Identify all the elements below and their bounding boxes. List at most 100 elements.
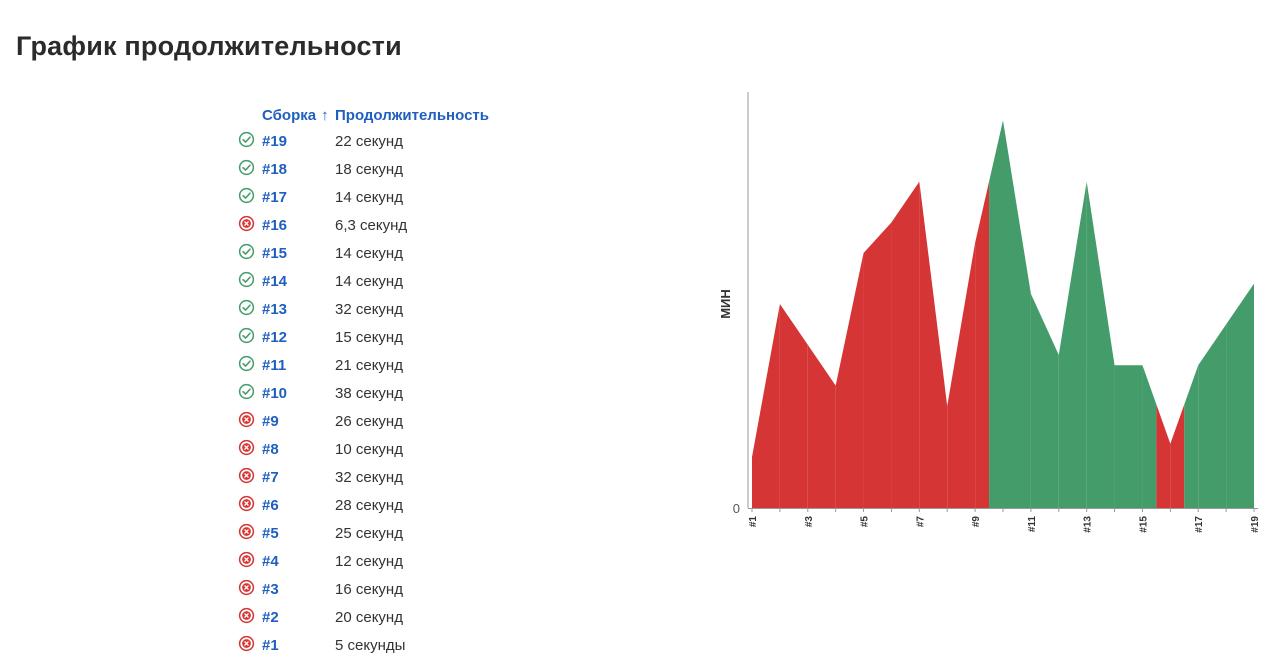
duration-cell: 38 секунд [335,384,403,402]
status-cell [238,463,262,491]
build-link[interactable]: #17 [262,189,287,206]
failure-x-icon [238,607,255,624]
status-cell [238,631,262,659]
duration-cell: 26 секунд [335,412,403,430]
status-cell [238,211,262,239]
area-segment-success [1184,365,1199,508]
build-link[interactable]: #12 [262,329,287,346]
build-cell: #5 [262,519,335,547]
build-link[interactable]: #6 [262,497,279,514]
success-check-icon [238,299,255,316]
table-row: #7 32 секунд [238,463,489,491]
build-cell: #2 [262,603,335,631]
failure-x-icon [238,215,255,232]
duration-column-header[interactable]: Продолжительность [335,103,489,127]
x-tick-label: #13 [1083,516,1094,533]
table-header-row: Сборка ↑ Продолжительность [238,103,489,127]
area-segment-failure [891,181,920,508]
y-tick-label: 0 [733,501,740,516]
area-segment-failure [779,304,808,508]
y-axis-label: МИН [718,289,733,319]
table-row: #11 21 секунд [238,351,489,379]
status-cell [238,435,262,463]
status-cell [238,183,262,211]
duration-cell: 18 секунд [335,160,403,178]
build-cell: #1 [262,631,335,659]
builds-duration-table: Сборка ↑ Продолжительность #19 22 секунд #1… [238,103,489,659]
build-link[interactable]: #4 [262,553,279,570]
duration-area-chart: 0 МИН #1 #3 #5 #7 #9 #11 #13 #15 #17 #19 [718,92,1261,533]
build-column-header[interactable]: Сборка ↑ [262,103,335,127]
area-segment-failure [835,253,864,508]
build-link[interactable]: #8 [262,441,279,458]
page-title: График продолжительности [16,31,402,61]
build-link[interactable]: #1 [262,637,279,654]
build-cell: #18 [262,155,335,183]
duration-cell: 32 секунд [335,300,403,318]
build-cell: #4 [262,547,335,575]
table-row: #9 26 секунд [238,407,489,435]
build-header-label: Сборка [262,106,317,124]
duration-cell: 25 секунд [335,524,403,542]
build-link[interactable]: #7 [262,469,279,486]
build-link[interactable]: #5 [262,525,279,542]
build-cell: #16 [262,211,335,239]
success-check-icon [238,187,255,204]
area-segment-failure [1170,404,1185,508]
success-check-icon [238,159,255,176]
status-cell [238,239,262,267]
area-segment-failure [1156,404,1171,508]
build-cell: #15 [262,239,335,267]
table-row: #10 38 секунд [238,379,489,407]
x-tick-label: #3 [804,516,815,528]
duration-cell: 14 секунд [335,188,403,206]
status-column-header [238,103,262,127]
failure-x-icon [238,411,255,428]
area-segment-success [1030,293,1059,508]
area-segment-failure [863,222,892,508]
area-segment-success [1142,365,1157,508]
table-row: #8 10 секунд [238,435,489,463]
build-cell: #19 [262,127,335,155]
table-row: #19 22 секунд [238,127,489,155]
build-link[interactable]: #16 [262,217,287,234]
build-link[interactable]: #3 [262,581,279,598]
area-segment-success [1058,181,1087,508]
success-check-icon [238,243,255,260]
build-cell: #12 [262,323,335,351]
area-segment-success [1198,324,1227,508]
duration-chart: 0 МИН #1 #3 #5 #7 #9 #11 #13 #15 #17 #19 [700,90,1270,570]
duration-cell: 16 секунд [335,580,403,598]
build-cell: #7 [262,463,335,491]
table-row: #5 25 секунд [238,519,489,547]
build-link[interactable]: #14 [262,273,287,290]
build-link[interactable]: #15 [262,245,287,262]
duration-cell: 6,3 секунд [335,216,408,234]
success-check-icon [238,383,255,400]
build-link[interactable]: #19 [262,133,287,150]
x-tick-label: #19 [1250,516,1261,533]
x-tick-label: #11 [1027,516,1038,533]
status-cell [238,155,262,183]
build-cell: #11 [262,351,335,379]
build-link[interactable]: #9 [262,413,279,430]
build-cell: #13 [262,295,335,323]
build-link[interactable]: #18 [262,161,287,178]
build-link[interactable]: #10 [262,385,287,402]
build-link[interactable]: #13 [262,301,287,318]
sort-arrow-icon: ↑ [321,106,329,124]
build-link[interactable]: #11 [262,357,286,374]
area-segment-failure [807,344,836,508]
success-check-icon [238,271,255,288]
table-row: #3 16 секунд [238,575,489,603]
build-link[interactable]: #2 [262,609,279,626]
duration-cell: 14 секунд [335,244,403,262]
area-segment-failure [975,181,990,508]
table-row: #18 18 секунд [238,155,489,183]
area-segment-success [1003,120,1031,509]
build-cell: #6 [262,491,335,519]
build-cell: #10 [262,379,335,407]
x-tick-label: #17 [1194,516,1205,533]
area-segment-success [1086,181,1115,508]
duration-cell: 21 секунд [335,356,403,374]
